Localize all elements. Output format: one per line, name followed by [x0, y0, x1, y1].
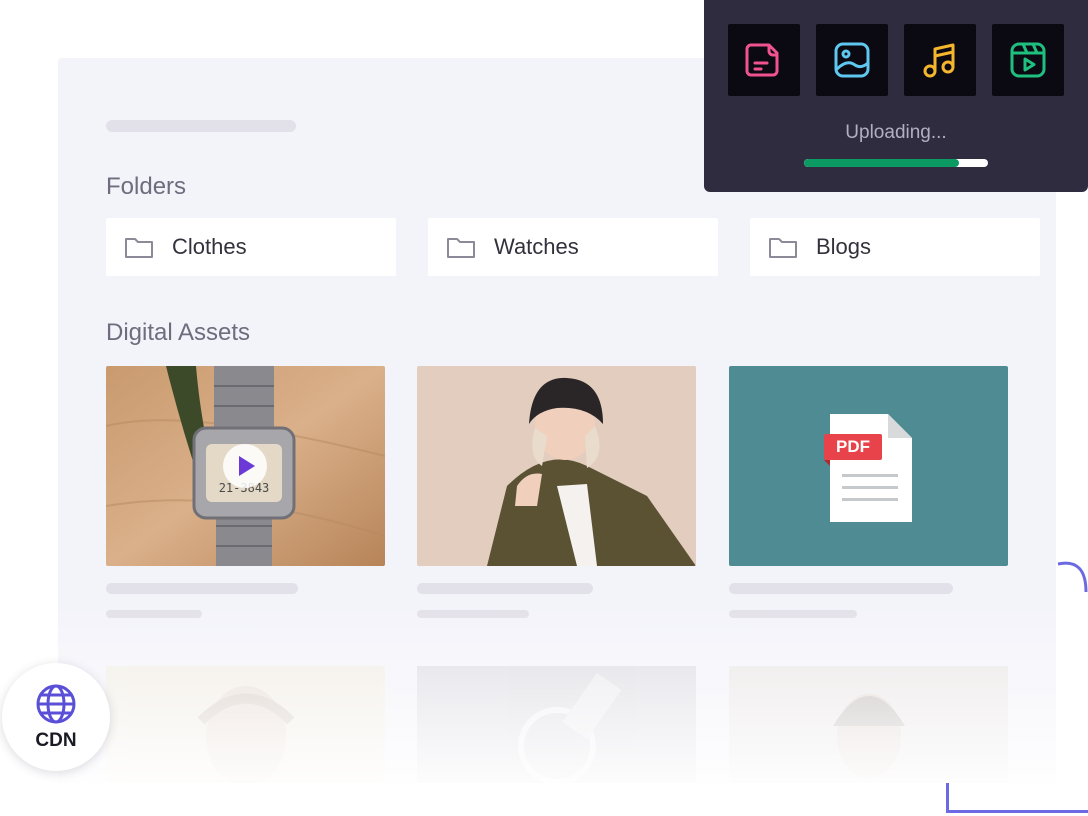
asset-pdf[interactable]: PDF — [729, 366, 1008, 566]
digital-assets-title: Digital Assets — [106, 319, 251, 346]
document-icon — [745, 43, 779, 77]
asset-image-person[interactable] — [417, 366, 696, 566]
asset-faded-3 — [729, 666, 1008, 783]
asset-caption-placeholder — [417, 583, 593, 594]
cdn-label: CDN — [35, 730, 77, 751]
music-icon — [923, 43, 955, 78]
folder-icon — [125, 238, 153, 258]
folder-clothes[interactable]: Clothes — [106, 218, 396, 276]
upload-status: Uploading... — [845, 122, 947, 143]
folder-icon — [769, 238, 797, 258]
upload-tile-document[interactable] — [728, 24, 800, 96]
asset-caption-placeholder — [729, 583, 953, 594]
upload-tile-image[interactable] — [816, 24, 888, 96]
folder-icon — [447, 238, 475, 258]
pdf-file-icon — [824, 414, 912, 522]
folder-label: Watches — [494, 234, 579, 259]
folders-title: Folders — [106, 173, 187, 200]
folder-label: Blogs — [816, 234, 872, 259]
cdn-badge: CDN — [2, 663, 110, 771]
watch-thumbnail: 21-3843 — [106, 366, 385, 566]
asset-video-watch[interactable]: 21-3843 — [106, 366, 385, 566]
asset-faded-2 — [417, 666, 696, 783]
folder-label: Clothes — [172, 234, 247, 259]
globe-icon — [36, 684, 76, 724]
folder-blogs[interactable]: Blogs — [750, 218, 1040, 276]
image-icon — [834, 42, 870, 78]
upload-tile-video[interactable] — [992, 24, 1064, 96]
asset-caption-placeholder — [729, 610, 857, 618]
asset-caption-placeholder — [417, 610, 529, 618]
upload-progress-fill — [804, 159, 959, 167]
upload-tile-music[interactable] — [904, 24, 976, 96]
person-thumbnail — [417, 366, 696, 566]
pdf-badge: PDF — [836, 437, 870, 456]
video-icon — [1010, 42, 1046, 78]
upload-progress-bar — [804, 159, 988, 167]
asset-caption-placeholder — [106, 610, 202, 618]
upload-popup: Uploading... — [704, 0, 1088, 192]
folder-watches[interactable]: Watches — [428, 218, 718, 276]
asset-faded-1 — [106, 666, 385, 783]
asset-caption-placeholder — [106, 583, 298, 594]
header-placeholder — [106, 120, 296, 132]
